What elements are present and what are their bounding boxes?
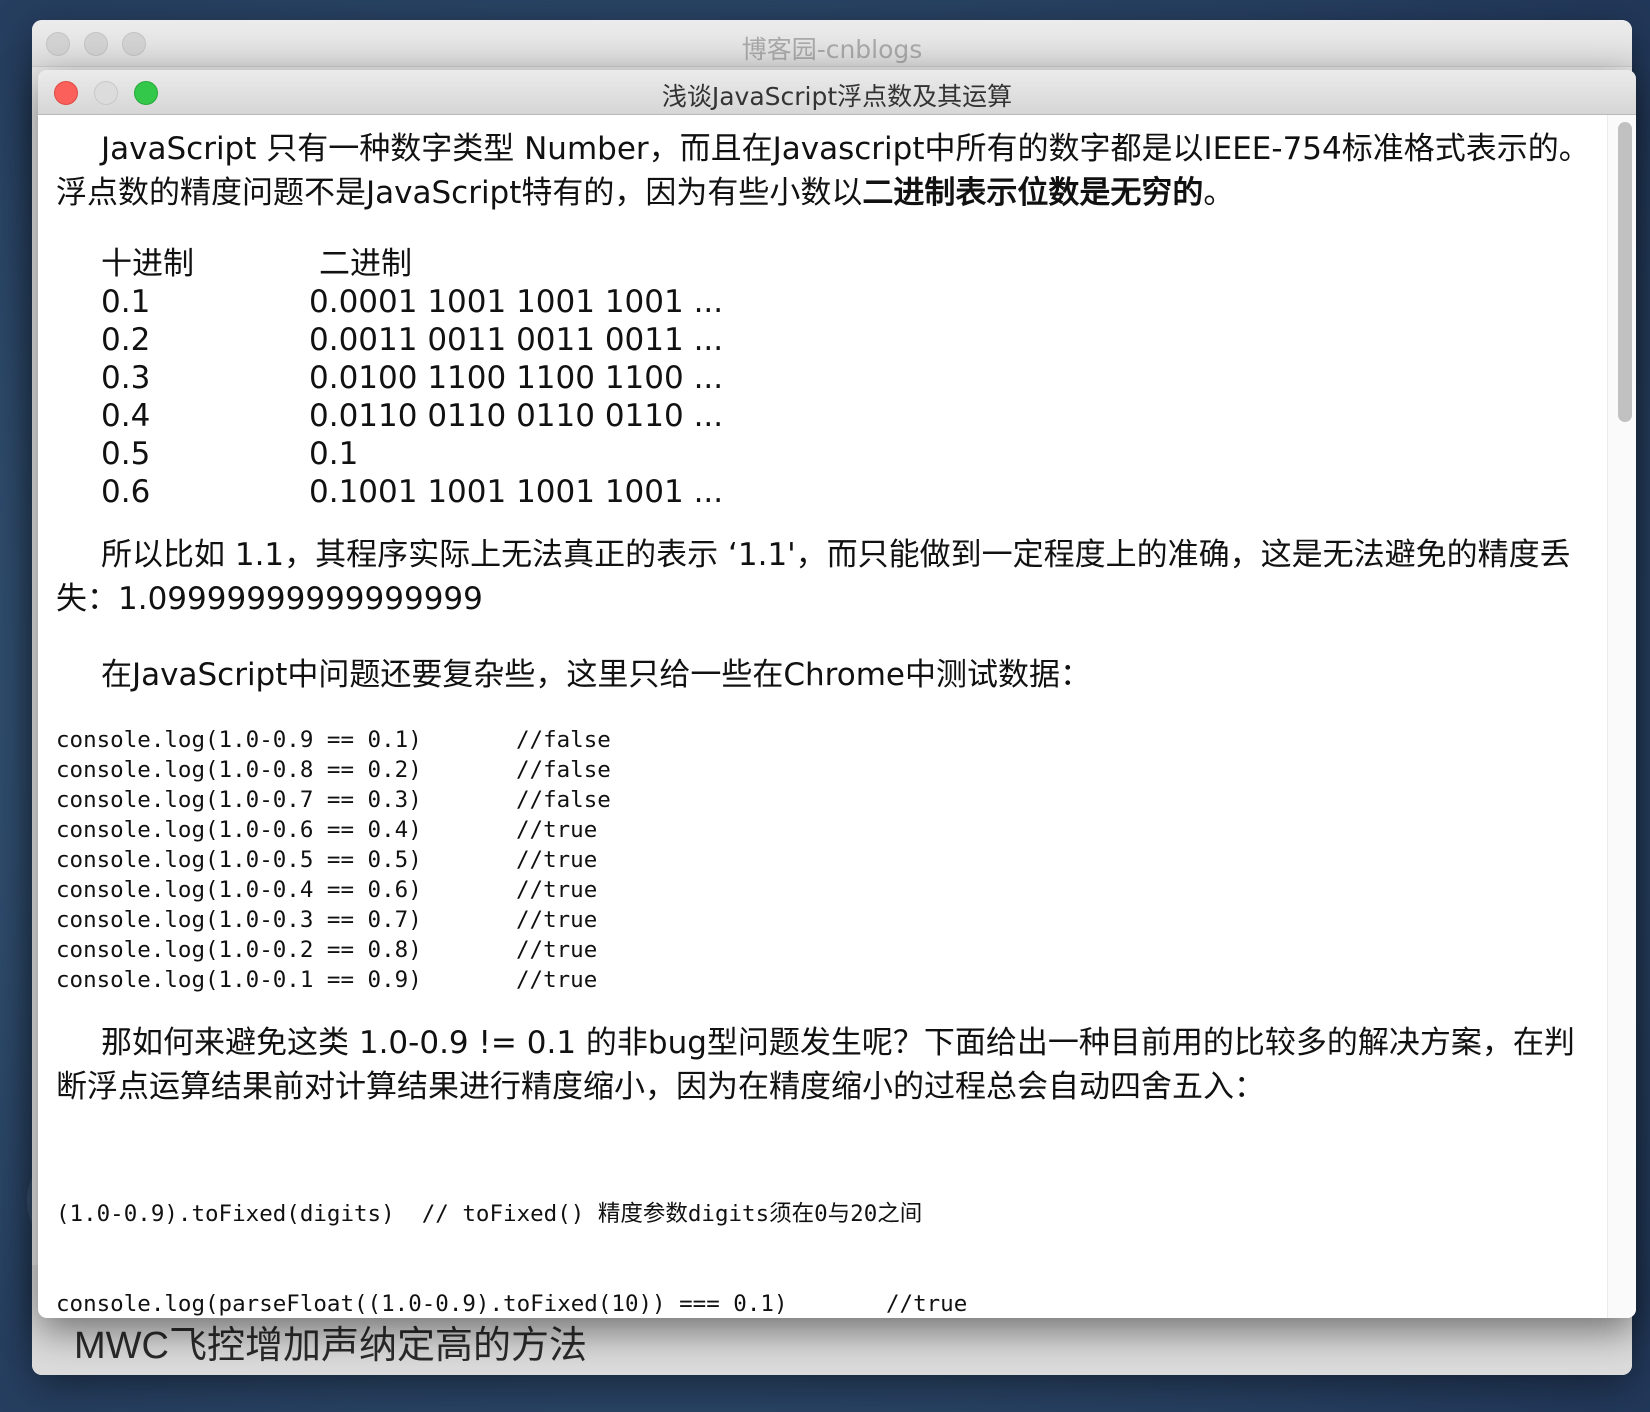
article-window[interactable]: 浅谈JavaScript浮点数及其运算 JavaScript 只有一种数字类型 … [38, 70, 1636, 1318]
scrollbar-thumb[interactable] [1618, 122, 1632, 422]
code-statement: console.log(1.0-0.6 == 0.4) [56, 817, 422, 843]
article-content: JavaScript 只有一种数字类型 Number，而且在Javascript… [38, 115, 1608, 1318]
code-statement: console.log(1.0-0.1 == 0.9) [56, 967, 422, 993]
article-window-titlebar[interactable]: 浅谈JavaScript浮点数及其运算 [38, 70, 1636, 115]
intro-paragraph: JavaScript 只有一种数字类型 Number，而且在Javascript… [56, 127, 1590, 215]
chrome-test-paragraph: 在JavaScript中问题还要复杂些，这里只给一些在Chrome中测试数据： [101, 657, 1091, 693]
intro-end: 。 [1203, 175, 1235, 211]
code-line: console.log(1.0-0.3 == 0.7) //true [56, 905, 1590, 935]
code-statement: console.log(1.0-0.5 == 0.5) [56, 847, 422, 873]
decimal-cell: 0.5 [101, 436, 151, 472]
code-statement: console.log(1.0-0.8 == 0.2) [56, 757, 422, 783]
background-window-title: 博客园-cnblogs [741, 35, 923, 64]
code-comment: //true [886, 1291, 968, 1317]
code-comment: //true [516, 967, 598, 993]
table-row: 0.5 0.1 [101, 435, 1590, 473]
code-line: console.log(1.0-0.1 == 0.9) //true [56, 965, 1590, 995]
code-line: console.log(1.0-0.6 == 0.4) //true [56, 815, 1590, 845]
code-statement: console.log(1.0-0.3 == 0.7) [56, 907, 422, 933]
code-statement: console.log(parseFloat((1.0-0.9).toFixed… [56, 1291, 788, 1317]
precision-loss-paragraph: 所以比如 1.1，其程序实际上无法真正的表示 ‘1.1'，而只能做到一定程度上的… [56, 537, 1571, 617]
decimal-cell: 0.2 [101, 322, 151, 358]
decimal-cell: 0.4 [101, 398, 151, 434]
header-decimal: 十进制 [101, 246, 194, 282]
binary-cell: 0.0011 0011 0011 0011 ... [309, 322, 724, 358]
code-block-comparisons: console.log(1.0-0.9 == 0.1)//false consol… [56, 725, 1590, 995]
background-window-titlebar[interactable]: 博客园-cnblogs [32, 20, 1632, 67]
header-binary: 二进制 [319, 246, 412, 282]
binary-cell: 0.1001 1001 1001 1001 ... [309, 474, 724, 510]
code-line: console.log(1.0-0.7 == 0.3) //false [56, 785, 1590, 815]
table-row: 0.1 0.0001 1001 1001 1001 ... [101, 283, 1590, 321]
code-comment: //true [516, 877, 598, 903]
intro-text: JavaScript 只有一种数字类型 Number，而且在Javascript… [56, 131, 1590, 211]
code-statement: console.log(1.0-0.7 == 0.3) [56, 787, 422, 813]
code-comment: //true [516, 847, 598, 873]
table-row: 0.2 0.0011 0011 0011 0011 ... [101, 321, 1590, 359]
code-comment: //false [516, 727, 611, 753]
background-article-heading[interactable]: MWC飞控增加声纳定高的方法 [74, 1314, 587, 1369]
code-comment: //true [516, 907, 598, 933]
code-comment: //false [516, 757, 611, 783]
code-line: console.log(1.0-0.2 == 0.8) //true [56, 935, 1590, 965]
decimal-cell: 0.1 [101, 284, 151, 320]
article-window-title: 浅谈JavaScript浮点数及其运算 [661, 82, 1013, 111]
code-comment: //true [516, 937, 598, 963]
decimal-binary-table: 十进制 二进制 0.1 0.0001 1001 1001 1001 ... 0.2 0… [101, 245, 1590, 511]
decimal-cell: 0.3 [101, 360, 151, 396]
code-line: console.log(parseFloat((1.0-0.9).toFixed… [56, 1289, 1590, 1318]
code-line: (1.0-0.9).toFixed(digits) // toFixed() 精… [56, 1201, 923, 1227]
code-statement: console.log(1.0-0.4 == 0.6) [56, 877, 422, 903]
code-line: console.log(1.0-0.8 == 0.2) //false [56, 755, 1590, 785]
binary-cell: 0.0100 1100 1100 1100 ... [309, 360, 724, 396]
binary-cell: 0.0110 0110 0110 0110 ... [309, 398, 724, 434]
code-statement: console.log(1.0-0.2 == 0.8) [56, 937, 422, 963]
code-line: console.log(1.0-0.4 == 0.6) //true [56, 875, 1590, 905]
code-statement: console.log(1.0-0.9 == 0.1) [56, 727, 422, 753]
code-comment: //true [516, 817, 598, 843]
intro-bold-text: 二进制表示位数是无穷的 [862, 175, 1204, 211]
binary-cell: 0.1 [309, 436, 359, 472]
code-comment: //false [516, 787, 611, 813]
table-row: 0.4 0.0110 0110 0110 0110 ... [101, 397, 1590, 435]
code-line: console.log(1.0-0.5 == 0.5) //true [56, 845, 1590, 875]
table-row: 0.3 0.0100 1100 1100 1100 ... [101, 359, 1590, 397]
binary-cell: 0.0001 1001 1001 1001 ... [309, 284, 724, 320]
decimal-cell: 0.6 [101, 474, 151, 510]
code-block-tofixed: (1.0-0.9).toFixed(digits) // toFixed() 精… [56, 1139, 1590, 1318]
table-header-row: 十进制 二进制 [101, 245, 1590, 283]
solution-paragraph: 那如何来避免这类 1.0-0.9 != 0.1 的非bug型问题发生呢？下面给出… [56, 1025, 1575, 1105]
code-line: console.log(1.0-0.9 == 0.1) //false [56, 725, 1590, 755]
table-row: 0.6 0.1001 1001 1001 1001 ... [101, 473, 1590, 511]
